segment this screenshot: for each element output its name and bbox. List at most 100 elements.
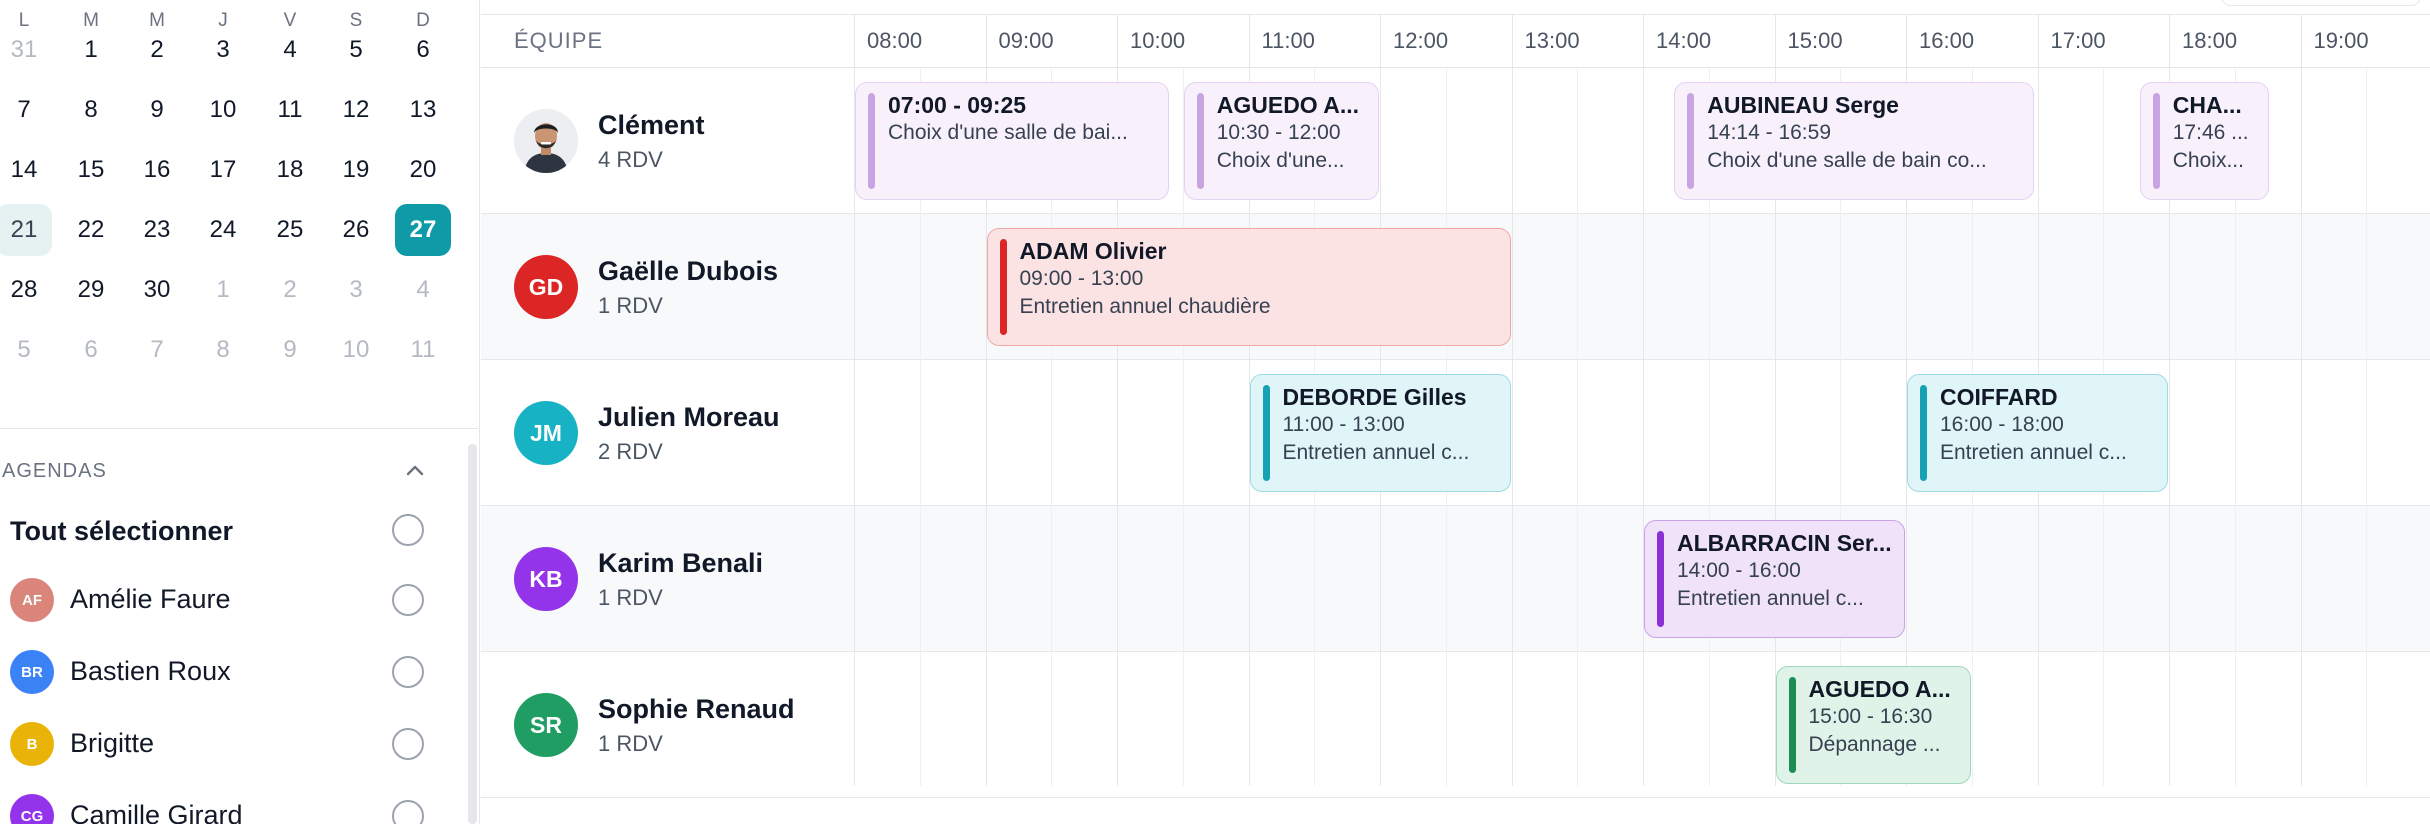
calendar-day[interactable]: 24 [190,204,256,256]
calendar-day[interactable]: 26 [323,204,389,256]
agenda-item[interactable]: BR Bastien Roux [0,642,460,702]
agenda-item-radio[interactable] [392,656,424,688]
appointment-count: 1 RDV [598,585,663,610]
calendar-day[interactable]: 3 [190,24,256,76]
agenda-item[interactable]: B Brigitte [0,714,460,774]
calendar-day[interactable]: 10 [190,84,256,136]
hour-label: 14:00 [1656,28,1712,53]
team-member-row: KB Karim Benali 1 RDV [481,506,2430,652]
calendar-day[interactable]: 4 [257,24,323,76]
avatar [514,109,578,173]
chevron-up-icon[interactable] [400,455,430,485]
appointment-card[interactable]: COIFFARD 16:00 - 18:00 Entretien annuel c.… [1907,374,2168,492]
calendar-day[interactable]: 22 [58,204,124,256]
calendar-day[interactable]: 4 [390,264,456,316]
calendar-day[interactable]: 25 [257,204,323,256]
calendar-day[interactable]: 18 [257,144,323,196]
appointment-color-bar [2152,93,2160,189]
appointment-card[interactable]: ALBARRACIN Ser... 14:00 - 16:00 Entretien … [1644,520,1905,638]
appointment-title: ALBARRACIN Ser... [1677,530,1892,556]
agenda-item-radio[interactable] [392,584,424,616]
appointment-description: Dépannage ... [1808,733,1941,756]
calendar-day[interactable]: 2 [257,264,323,316]
calendar-day[interactable]: 20 [390,144,456,196]
calendar-day[interactable]: 15 [58,144,124,196]
agenda-item[interactable]: CG Camille Girard [0,786,460,824]
agenda-item[interactable]: AF Amélie Faure [0,570,460,630]
calendar-day[interactable]: 29 [58,264,124,316]
calendar-day[interactable]: 5 [323,24,389,76]
team-member-name: Julien Moreau [598,402,780,432]
appointment-card[interactable]: AUBINEAU Serge 14:14 - 16:59 Choix d'une s… [1674,82,2034,200]
appointment-card[interactable]: CHA... 17:46 ... Choix... [2139,82,2270,200]
appointment-color-bar [1920,385,1927,481]
timeline-header: ÉQUIPE 08:00 09:00 10:00 11:00 12:00 13:00 14:… [481,14,2430,68]
calendar-day[interactable]: 12 [323,84,389,136]
appointment-card[interactable]: 07:00 - 09:25 Choix d'une salle de bai... [855,82,1169,200]
calendar-day[interactable]: 7 [124,324,190,376]
calendar-day[interactable]: 30 [124,264,190,316]
sidebar-scrollbar[interactable] [468,444,477,824]
calendar-day[interactable]: 9 [124,84,190,136]
calendar-day-selected[interactable]: 27 [395,204,451,256]
appointment-color-bar [1657,531,1664,627]
hour-label: 18:00 [2182,28,2238,53]
select-all-radio[interactable] [392,514,424,546]
calendar-day[interactable]: 19 [323,144,389,196]
appointment-card[interactable]: ADAM Olivier 09:00 - 13:00 Entretien annue… [986,228,1511,346]
calendar-day[interactable]: 8 [58,84,124,136]
agenda-item-radio[interactable] [392,800,424,824]
hour-label: 10:00 [1130,28,1186,53]
agenda-item-radio[interactable] [392,728,424,760]
calendar-day[interactable]: 13 [390,84,456,136]
hour-label: 11:00 [1261,28,1315,53]
sidebar: LMMJVSD 31 1 2 3 4 5 6 7 8 9 10 11 12 13 14 15 16 17 18 19 2… [0,0,480,824]
appointment-card[interactable]: AGUEDO A... 15:00 - 16:30 Dépannage ... [1775,666,1971,784]
hour-label: 09:00 [998,28,1054,53]
calendar-day[interactable]: 3 [323,264,389,316]
team-column-header: ÉQUIPE [514,28,604,53]
appointment-title: AUBINEAU Serge [1707,92,1899,118]
agendas-section-title: AGENDAS [2,460,107,482]
appointment-count: 1 RDV [598,731,663,756]
team-member-name: Gaëlle Dubois [598,256,779,286]
calendar-day-today[interactable]: 21 [0,204,52,256]
calendar-day[interactable]: 1 [58,24,124,76]
calendar-day[interactable]: 7 [0,84,57,136]
calendar-day[interactable]: 8 [190,324,256,376]
calendar-day[interactable]: 6 [390,24,456,76]
appointment-color-bar [999,239,1007,335]
appointment-description: Entretien annuel c... [1282,441,1470,464]
toolbar-edge [2221,0,2421,6]
appointment-title: CHA... [2172,92,2242,118]
avatar: B [10,722,54,766]
appointment-detail: 11:00 - 13:00 [1282,413,1405,436]
avatar: GD [514,255,578,319]
calendar-day[interactable]: 11 [257,84,323,136]
calendar-day[interactable]: 23 [124,204,190,256]
calendar-day[interactable]: 9 [257,324,323,376]
calendar-day[interactable]: 1 [190,264,256,316]
team-member-name: Clément [598,110,705,140]
agenda-item-label: Brigitte [70,728,155,758]
calendar-day[interactable]: 28 [0,264,57,316]
avatar: AF [10,578,54,622]
calendar-day[interactable]: 6 [58,324,124,376]
calendar-day[interactable]: 2 [124,24,190,76]
hour-label: 08:00 [867,28,923,53]
calendar-day[interactable]: 10 [323,324,389,376]
calendar-day[interactable]: 5 [0,324,57,376]
calendar-day[interactable]: 31 [0,24,57,76]
calendar-day[interactable]: 14 [0,144,57,196]
calendar-day[interactable]: 17 [190,144,256,196]
team-member-row: Clément 4 RDV [481,68,2430,214]
calendar-day[interactable]: 11 [390,324,456,376]
hour-label: 15:00 [1787,28,1843,53]
grid-line [1511,14,1513,786]
hour-label: 12:00 [1393,28,1449,53]
appointment-card[interactable]: DEBORDE Gilles 11:00 - 13:00 Entretien ann… [1249,374,1511,492]
appointment-title: AGUEDO A... [1216,92,1360,118]
appointment-card[interactable]: AGUEDO A... 10:30 - 12:00 Choix d'une... [1183,82,1379,200]
calendar-day[interactable]: 16 [124,144,190,196]
appointment-color-bar [868,93,875,189]
